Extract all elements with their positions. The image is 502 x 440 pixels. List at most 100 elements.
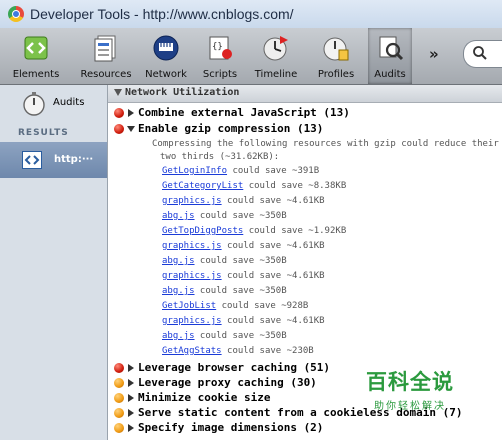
window-title: Developer Tools - http://www.cnblogs.com…	[30, 6, 294, 22]
window-title-bar: Developer Tools - http://www.cnblogs.com…	[0, 0, 502, 29]
resource-item: graphics.js could save ~4.61KB	[162, 271, 325, 286]
resource-saving: could save ~4.61KB	[221, 196, 325, 206]
resource-saving: could save ~1.92KB	[243, 226, 347, 236]
rule-title: Minimize cookie size	[138, 391, 271, 404]
resource-saving: could save ~4.61KB	[221, 316, 325, 326]
elements-icon	[24, 36, 48, 60]
disclosure-closed-icon	[128, 379, 134, 387]
rule-description-line1: Compressing the following resources with…	[152, 139, 500, 149]
severity-red-icon	[114, 363, 124, 373]
resource-link[interactable]: abg.js	[162, 331, 195, 341]
resource-item: GetCategoryList could save ~8.38KB	[162, 181, 346, 196]
tab-audits-label: Audits	[374, 69, 406, 80]
svg-text:{}: {}	[212, 42, 223, 52]
resource-item: graphics.js could save ~4.61KB	[162, 241, 325, 256]
search-box[interactable]	[463, 40, 502, 68]
resource-item: graphics.js could save ~4.61KB	[162, 196, 325, 211]
tab-audits[interactable]: Audits	[368, 28, 412, 84]
severity-orange-icon	[114, 378, 124, 388]
disclosure-closed-icon	[128, 394, 134, 402]
disclosure-open-icon	[127, 126, 135, 132]
resource-link[interactable]: graphics.js	[162, 271, 222, 281]
resource-item: GetTopDiggPosts could save ~1.92KB	[162, 226, 346, 241]
rule-title: Specify image dimensions (2)	[138, 421, 324, 434]
resource-item: GetAggStats could save ~230B	[162, 346, 314, 361]
disclosure-closed-icon	[128, 409, 134, 417]
resource-link[interactable]: abg.js	[162, 286, 195, 296]
resource-saving: could save ~8.38KB	[243, 181, 347, 191]
resource-link[interactable]: abg.js	[162, 256, 195, 266]
devtools-toolbar: Elements Resources Network {} Scripts Ti…	[0, 28, 502, 85]
disclosure-closed-icon	[128, 109, 134, 117]
resource-item: abg.js could save ~350B	[162, 256, 287, 271]
stopwatch-icon	[23, 92, 45, 116]
scripts-icon: {}	[209, 36, 232, 60]
tab-profiles-label: Profiles	[317, 69, 355, 80]
severity-red-icon	[114, 124, 124, 134]
tab-elements-label: Elements	[12, 69, 60, 80]
tab-scripts[interactable]: {} Scripts	[196, 28, 244, 84]
resource-saving: could save ~391B	[227, 166, 320, 176]
resource-item: abg.js could save ~350B	[162, 331, 287, 346]
resources-icon	[94, 35, 116, 62]
resource-link[interactable]: GetJobList	[162, 301, 216, 311]
resource-item: abg.js could save ~350B	[162, 211, 287, 226]
resource-item: GetJobList could save ~928B	[162, 301, 308, 316]
disclosure-closed-icon	[128, 364, 134, 372]
network-icon	[153, 35, 179, 61]
resource-link[interactable]: graphics.js	[162, 316, 222, 326]
resource-link[interactable]: graphics.js	[162, 241, 222, 251]
audits-sidebar: Audits RESULTS http:···	[0, 85, 108, 440]
tab-network-label: Network	[145, 69, 187, 80]
severity-red-icon	[114, 108, 124, 118]
resource-item: abg.js could save ~350B	[162, 286, 287, 301]
watermark-brand: 百科全说	[366, 370, 454, 394]
rule-image-dimensions[interactable]: Specify image dimensions (2)	[108, 421, 502, 436]
tab-resources[interactable]: Resources	[76, 28, 136, 84]
rule-combine-js[interactable]: Combine external JavaScript (13)	[108, 106, 502, 121]
rule-description: Compressing the following resources with…	[152, 138, 500, 164]
resource-saving: could save ~928B	[216, 301, 309, 311]
section-header-network-utilization[interactable]: Network Utilization	[108, 85, 502, 103]
resource-link[interactable]: GetCategoryList	[162, 181, 243, 191]
tab-profiles[interactable]: Profiles	[308, 28, 364, 84]
tab-scripts-label: Scripts	[202, 69, 238, 80]
rule-title: Leverage browser caching (51)	[138, 361, 331, 374]
audits-icon	[379, 36, 404, 61]
resource-link[interactable]: GetLoginInfo	[162, 166, 227, 176]
watermark-logo: 百科全说 助你轻松解决	[366, 366, 472, 422]
results-header: RESULTS	[18, 128, 69, 138]
expand-triangle-icon	[114, 89, 122, 96]
resource-saving: could save ~350B	[194, 256, 287, 266]
search-icon	[473, 46, 487, 60]
toolbar-overflow-button[interactable]: »	[429, 45, 439, 63]
severity-orange-icon	[114, 408, 124, 418]
tab-timeline[interactable]: Timeline	[248, 28, 304, 84]
tab-resources-label: Resources	[80, 69, 132, 80]
severity-orange-icon	[114, 423, 124, 433]
sidebar-result-item[interactable]: http:···	[0, 142, 107, 178]
sidebar-item-audits[interactable]: Audits	[0, 85, 107, 121]
resource-link[interactable]: GetAggStats	[162, 346, 222, 356]
resource-saving: could save ~4.61KB	[221, 241, 325, 251]
tab-network[interactable]: Network	[140, 28, 192, 84]
resource-item: graphics.js could save ~4.61KB	[162, 316, 325, 331]
resource-link[interactable]: abg.js	[162, 211, 195, 221]
rule-description-line2: two thirds (~31.62KB):	[160, 152, 280, 162]
resource-item: GetLoginInfo could save ~391B	[162, 166, 319, 181]
tab-timeline-label: Timeline	[254, 69, 298, 80]
resource-saving: could save ~350B	[194, 286, 287, 296]
resource-saving: could save ~350B	[194, 211, 287, 221]
watermark-tagline: 助你轻松解决	[374, 401, 446, 412]
section-header-label: Network Utilization	[125, 87, 240, 98]
resource-link[interactable]: graphics.js	[162, 196, 222, 206]
severity-orange-icon	[114, 393, 124, 403]
rule-enable-gzip[interactable]: Enable gzip compression (13)	[108, 122, 502, 137]
resource-link[interactable]: GetTopDiggPosts	[162, 226, 243, 236]
result-page-icon	[22, 151, 42, 169]
disclosure-closed-icon	[128, 424, 134, 432]
resource-saving: could save ~350B	[194, 331, 287, 341]
resource-saving: could save ~230B	[221, 346, 314, 356]
tab-elements[interactable]: Elements	[6, 28, 66, 84]
rule-title: Leverage proxy caching (30)	[138, 376, 317, 389]
